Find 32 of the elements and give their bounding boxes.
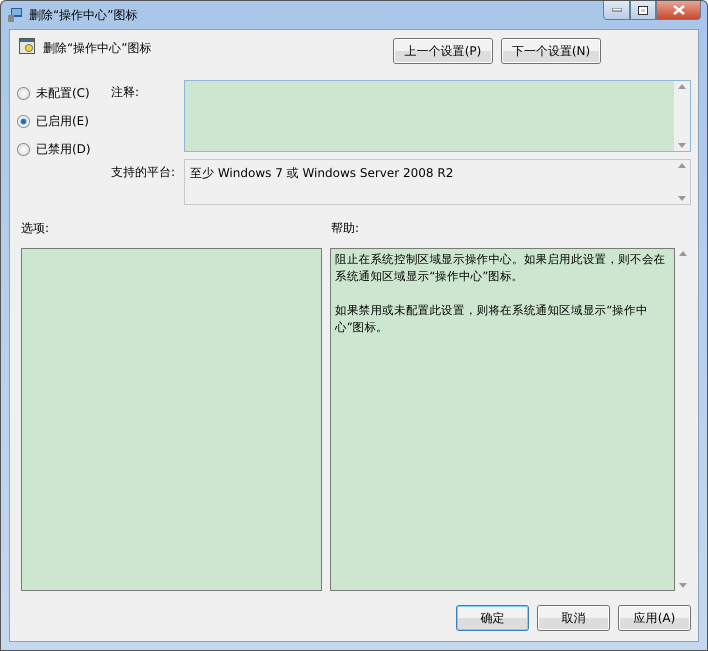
window-title: 删除“操作中心”图标 xyxy=(29,6,138,24)
policy-title: 删除“操作中心”图标 xyxy=(43,40,152,57)
comment-field[interactable] xyxy=(184,80,691,152)
scroll-up-icon[interactable] xyxy=(679,251,687,256)
computer-icon xyxy=(7,7,23,23)
scroll-up-icon[interactable] xyxy=(678,163,686,168)
policy-icon xyxy=(19,38,35,54)
radio-option[interactable]: 已禁用(D) xyxy=(17,140,111,159)
dialog-button[interactable]: 取消 xyxy=(537,605,610,631)
previous-setting-button[interactable]: 上一个设置(P) xyxy=(393,38,493,64)
close-button[interactable] xyxy=(656,1,701,20)
restore-icon xyxy=(638,6,648,14)
scroll-down-icon[interactable] xyxy=(678,143,686,148)
restore-button[interactable] xyxy=(630,1,656,20)
minimize-button[interactable] xyxy=(603,1,630,20)
comment-label: 注释: xyxy=(111,84,140,101)
platform-label: 支持的平台: xyxy=(111,164,176,181)
next-setting-button[interactable]: 下一个设置(N) xyxy=(501,38,601,64)
radio-option[interactable]: 未配置(C) xyxy=(17,84,111,103)
radio-option[interactable]: 已启用(E) xyxy=(17,112,111,131)
dialog-button[interactable]: 应用(A) xyxy=(618,605,691,631)
minimize-icon xyxy=(612,8,622,12)
help-text: 如果禁用或未配置此设置，则将在系统通知区域显示“操作中心”图标。 xyxy=(335,302,649,336)
scroll-down-icon[interactable] xyxy=(678,196,686,201)
close-icon xyxy=(672,5,684,15)
options-label: 选项: xyxy=(21,220,50,237)
help-text: 阻止在系统控制区域显示操作中心。如果启用此设置，则不会在系统通知区域显示“操作中心”图标。 xyxy=(335,251,666,285)
platform-text: 至少 Windows 7 或 Windows Server 2008 R2 xyxy=(189,165,454,182)
help-label: 帮助: xyxy=(331,220,360,237)
scroll-down-icon[interactable] xyxy=(679,583,687,588)
dialog-button[interactable]: 确定 xyxy=(456,605,529,631)
scroll-up-icon[interactable] xyxy=(678,84,686,89)
